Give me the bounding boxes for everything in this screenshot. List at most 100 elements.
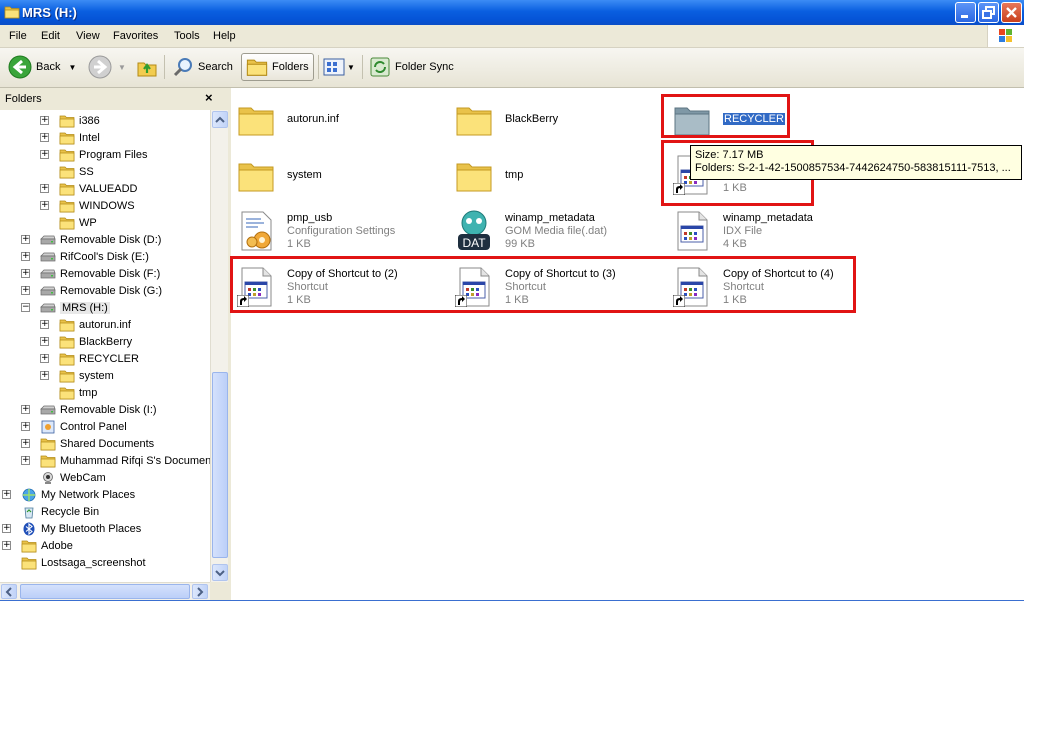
- file-item[interactable]: tmp: [449, 148, 664, 200]
- tree-item[interactable]: Removable Disk (G:): [40, 282, 162, 299]
- expand-icon[interactable]: +: [40, 337, 49, 346]
- collapse-icon[interactable]: −: [21, 303, 30, 312]
- tree-item[interactable]: SS: [59, 163, 94, 180]
- expand-icon[interactable]: +: [40, 371, 49, 380]
- file-item[interactable]: BlackBerry: [449, 92, 664, 144]
- tree-item[interactable]: Program Files: [59, 146, 147, 163]
- file-item[interactable]: pmp_usb Configuration Settings 1 KB: [231, 204, 446, 256]
- menu-file[interactable]: File: [9, 30, 27, 42]
- tree-horizontal-scrollbar[interactable]: [0, 582, 210, 600]
- title-bar[interactable]: MRS (H:): [0, 0, 1024, 25]
- expand-icon[interactable]: +: [2, 541, 11, 550]
- forward-dropdown-icon[interactable]: ▼: [118, 63, 126, 72]
- tree-item[interactable]: Control Panel: [40, 418, 127, 435]
- menu-view[interactable]: View: [76, 30, 100, 42]
- scroll-thumb[interactable]: [212, 372, 228, 558]
- file-name: pmp_usb: [287, 212, 333, 224]
- expand-icon[interactable]: +: [40, 184, 49, 193]
- tree-item[interactable]: MRS (H:): [40, 299, 110, 316]
- chevron-left-icon: [5, 587, 12, 597]
- tree-item[interactable]: WebCam: [40, 469, 106, 486]
- tree-item[interactable]: RifCool's Disk (E:): [40, 248, 149, 265]
- menu-favorites[interactable]: Favorites: [113, 30, 158, 42]
- tree-item-label: WebCam: [60, 471, 106, 484]
- views-dropdown-icon[interactable]: ▼: [347, 63, 355, 72]
- expand-icon[interactable]: +: [21, 252, 30, 261]
- folders-icon: [246, 57, 268, 77]
- tree-item[interactable]: WINDOWS: [59, 197, 135, 214]
- file-item[interactable]: DAT winamp_metadata GOM Media file(.dat) 99…: [449, 204, 664, 256]
- minimize-button[interactable]: [955, 2, 976, 23]
- config-settings-icon: [241, 211, 272, 251]
- tree-item[interactable]: autorun.inf: [59, 316, 131, 333]
- menu-tools[interactable]: Tools: [174, 30, 200, 42]
- close-pane-icon[interactable]: ×: [205, 90, 213, 105]
- tree-item[interactable]: Lostsaga_screenshot: [21, 554, 146, 571]
- expand-icon[interactable]: +: [21, 422, 30, 431]
- up-folder-button[interactable]: [136, 53, 158, 81]
- file-name: autorun.inf: [287, 113, 339, 125]
- tree-item[interactable]: Removable Disk (F:): [40, 265, 160, 282]
- expand-icon[interactable]: +: [2, 524, 11, 533]
- close-icon: [1006, 7, 1017, 18]
- expand-icon[interactable]: +: [40, 116, 49, 125]
- tree-item[interactable]: Adobe: [21, 537, 73, 554]
- tree-item[interactable]: BlackBerry: [59, 333, 132, 350]
- back-button[interactable]: Back ▼: [8, 53, 76, 81]
- search-button[interactable]: Search: [172, 53, 233, 81]
- tree-item[interactable]: RECYCLER: [59, 350, 139, 367]
- expand-icon[interactable]: +: [21, 286, 30, 295]
- folder-icon: [59, 182, 75, 196]
- scroll-up-button[interactable]: [212, 111, 228, 128]
- expand-icon[interactable]: +: [21, 439, 30, 448]
- tree-item[interactable]: WP: [59, 214, 97, 231]
- tree-item[interactable]: Intel: [59, 129, 100, 146]
- tree-item[interactable]: My Bluetooth Places: [21, 520, 141, 537]
- back-dropdown-icon[interactable]: ▼: [68, 63, 76, 72]
- folder-icon: [59, 216, 75, 230]
- tree-item[interactable]: Removable Disk (D:): [40, 231, 161, 248]
- tree-item[interactable]: My Network Places: [21, 486, 135, 503]
- generic-file-icon: [672, 210, 712, 252]
- horizontal-scroll-thumb[interactable]: [20, 584, 190, 599]
- expand-icon[interactable]: +: [40, 354, 49, 363]
- tree-item[interactable]: Recycle Bin: [21, 503, 99, 520]
- expand-icon[interactable]: +: [21, 456, 30, 465]
- windows-logo-icon: [987, 25, 1024, 47]
- expand-icon[interactable]: +: [40, 320, 49, 329]
- tree-item[interactable]: Removable Disk (I:): [40, 401, 157, 418]
- close-button[interactable]: [1001, 2, 1022, 23]
- menu-help[interactable]: Help: [213, 30, 236, 42]
- views-icon: [323, 58, 345, 76]
- scroll-down-button[interactable]: [212, 564, 228, 581]
- views-button[interactable]: ▼: [323, 53, 355, 81]
- expand-icon[interactable]: +: [40, 150, 49, 159]
- tree-item[interactable]: i386: [59, 112, 100, 129]
- tree-item[interactable]: Shared Documents: [40, 435, 154, 452]
- folder-sync-button[interactable]: Folder Sync: [369, 53, 454, 81]
- folders-button[interactable]: Folders: [241, 53, 314, 81]
- expand-icon[interactable]: +: [2, 490, 11, 499]
- expand-icon[interactable]: +: [40, 201, 49, 210]
- scroll-left-button[interactable]: [1, 584, 17, 599]
- forward-button[interactable]: ▼: [88, 53, 126, 81]
- expand-icon[interactable]: +: [21, 405, 30, 414]
- back-arrow-icon: [8, 55, 32, 79]
- expand-icon[interactable]: +: [21, 235, 30, 244]
- tree-item[interactable]: tmp: [59, 384, 97, 401]
- expand-icon[interactable]: +: [21, 269, 30, 278]
- tree-item-label: Adobe: [41, 539, 73, 552]
- expand-icon[interactable]: +: [40, 133, 49, 142]
- restore-icon: [982, 6, 995, 19]
- tree-vertical-scrollbar[interactable]: [210, 110, 229, 582]
- file-item[interactable]: winamp_metadata IDX File 4 KB: [667, 204, 882, 256]
- folder-icon: [59, 335, 75, 349]
- tree-item[interactable]: system: [59, 367, 114, 384]
- file-item[interactable]: system: [231, 148, 446, 200]
- menu-edit[interactable]: Edit: [41, 30, 60, 42]
- scroll-right-button[interactable]: [192, 584, 208, 599]
- restore-button[interactable]: [978, 2, 999, 23]
- tree-item[interactable]: Muhammad Rifqi S's Documents: [40, 452, 210, 469]
- tree-item[interactable]: VALUEADD: [59, 180, 137, 197]
- file-item[interactable]: autorun.inf: [231, 92, 446, 144]
